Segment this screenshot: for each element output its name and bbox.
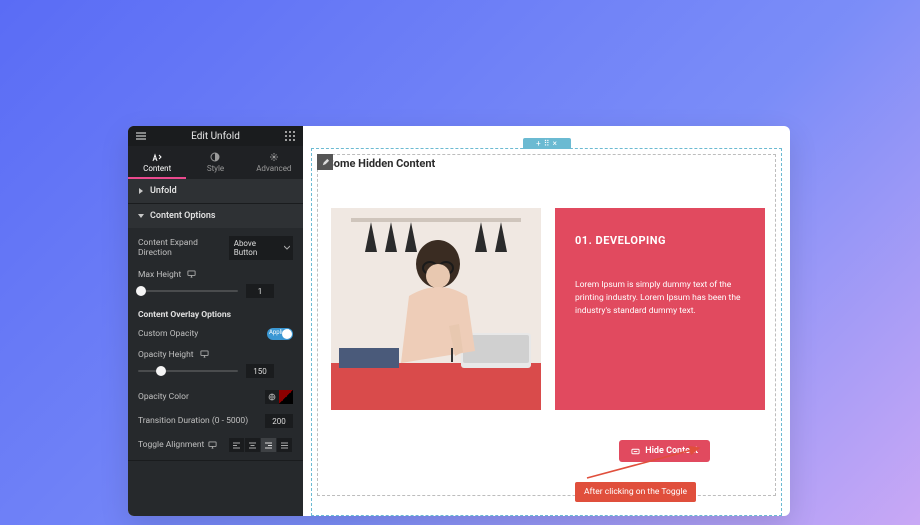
caret-right-icon (138, 188, 144, 194)
opacity-color-swatch[interactable] (279, 390, 293, 404)
section-tab[interactable]: + ⠿ × (523, 138, 571, 149)
photo-card (331, 208, 541, 410)
max-height-label: Max Height (138, 270, 181, 280)
max-height-input[interactable] (246, 284, 274, 298)
transition-duration-label: Transition Duration (0 - 5000) (138, 416, 248, 426)
text-card: 01. DEVELOPING Lorem Ipsum is simply dum… (555, 208, 765, 410)
pencil-icon (321, 158, 330, 167)
opacity-height-label: Opacity Height (138, 350, 194, 360)
expand-direction-select[interactable]: Above Button (229, 236, 293, 260)
globe-icon (268, 393, 276, 401)
chevron-down-icon (284, 245, 290, 251)
custom-opacity-toggle[interactable]: Applied (267, 328, 293, 340)
section-content-options: Content Options Content Expand Direction… (128, 204, 303, 461)
desktop-icon[interactable] (200, 350, 209, 359)
editor-window: Edit Unfold Content Style Advanced Unf (128, 126, 790, 516)
align-center-button[interactable] (245, 438, 261, 452)
hide-content-button[interactable]: Hide Content (619, 440, 710, 462)
close-icon[interactable]: × (553, 140, 557, 148)
sidebar: Edit Unfold Content Style Advanced Unf (128, 126, 303, 516)
section-unfold: Unfold (128, 179, 303, 204)
collapse-icon (631, 447, 640, 456)
align-justify-button[interactable] (277, 438, 293, 452)
hidden-content-title: Some Hidden Content (327, 157, 435, 170)
tab-advanced[interactable]: Advanced (245, 146, 303, 179)
plus-icon[interactable]: + (536, 140, 541, 148)
toggle-alignment-label: Toggle Alignment (138, 440, 204, 450)
max-height-slider[interactable] (138, 290, 238, 292)
tab-bar: Content Style Advanced (128, 146, 303, 179)
cards-row: 01. DEVELOPING Lorem Ipsum is simply dum… (331, 208, 772, 410)
opacity-color-label: Opacity Color (138, 392, 189, 402)
caret-down-icon (138, 213, 144, 219)
desktop-icon[interactable] (187, 270, 196, 279)
opacity-height-slider[interactable] (138, 370, 238, 372)
card-title: 01. DEVELOPING (575, 234, 745, 247)
global-color-button[interactable] (265, 390, 279, 404)
overlay-options-heading: Content Overlay Options (138, 310, 293, 320)
align-right-button[interactable] (261, 438, 277, 452)
drag-icon[interactable]: ⠿ (544, 140, 550, 148)
align-left-button[interactable] (229, 438, 245, 452)
desktop-icon[interactable] (208, 441, 217, 450)
sidebar-header: Edit Unfold (128, 126, 303, 146)
section-unfold-header[interactable]: Unfold (128, 179, 303, 203)
panel-title: Edit Unfold (148, 131, 283, 142)
annotation-tip: After clicking on the Toggle (575, 482, 696, 502)
expand-direction-label: Content Expand Direction (138, 238, 229, 258)
edit-handle[interactable] (317, 154, 333, 170)
opacity-height-input[interactable] (246, 364, 274, 378)
card-text: Lorem Ipsum is simply dummy text of the … (575, 279, 745, 319)
menu-icon[interactable] (134, 129, 148, 143)
tab-content[interactable]: Content (128, 146, 186, 179)
custom-opacity-label: Custom Opacity (138, 329, 198, 339)
apps-icon[interactable] (283, 129, 297, 143)
canvas: + ⠿ × Some Hidden Content (303, 126, 790, 516)
transition-duration-input[interactable] (265, 414, 293, 428)
tab-style[interactable]: Style (186, 146, 244, 179)
section-content-options-header[interactable]: Content Options (128, 204, 303, 228)
section-content-options-body: Content Expand Direction Above Button Ma… (128, 228, 303, 460)
